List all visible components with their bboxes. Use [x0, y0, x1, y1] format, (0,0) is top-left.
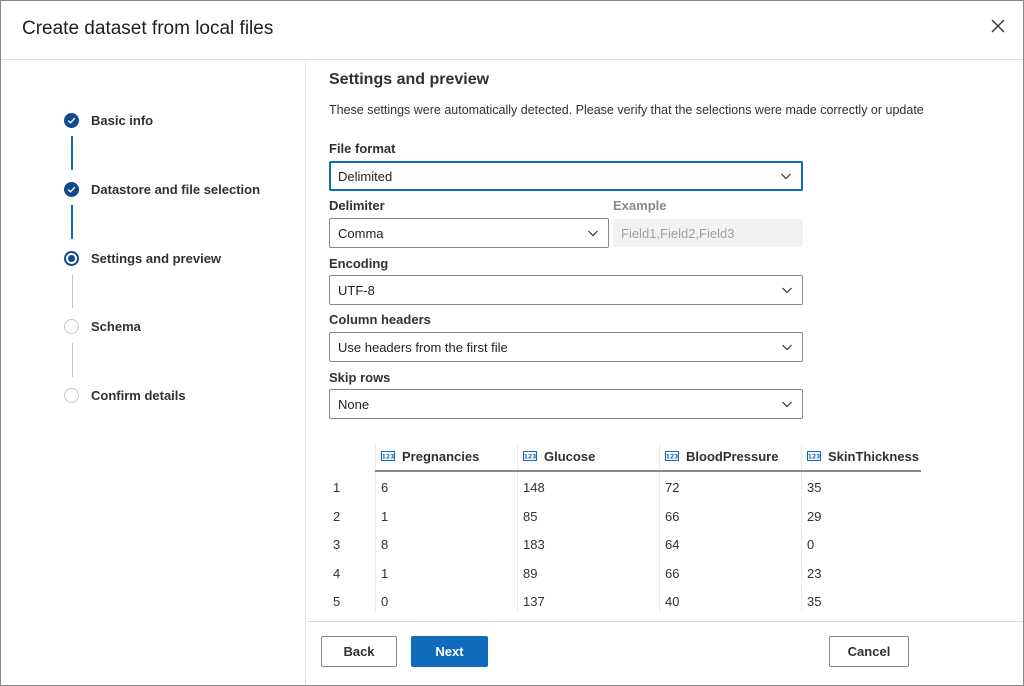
table-cell: 72	[665, 480, 680, 495]
column-headers-label: Column headers	[329, 312, 431, 327]
row-number: 3	[333, 537, 341, 552]
column-header[interactable]: 123 Pregnancies	[376, 441, 517, 471]
column-header-label: Pregnancies	[402, 448, 480, 464]
skip-rows-value: None	[338, 396, 370, 412]
example-preview: Field1,Field2,Field3	[613, 219, 803, 247]
numeric-column-icon: 123	[523, 451, 537, 461]
table-cell: 29	[807, 509, 822, 524]
chevron-down-icon	[780, 170, 792, 182]
settings-panel: Settings and preview These settings were…	[307, 61, 1023, 621]
wizard-stepper: Basic info Datastore and file selection …	[1, 61, 306, 685]
numeric-column-icon: 123	[807, 451, 821, 461]
row-number: 2	[333, 509, 341, 524]
table-cell: 66	[665, 566, 680, 581]
back-button[interactable]: Back	[321, 636, 397, 667]
table-cell: 8	[381, 537, 389, 552]
dialog: Create dataset from local files Basic in…	[0, 0, 1024, 686]
svg-text:123: 123	[666, 454, 679, 461]
delimiter-value: Comma	[338, 225, 384, 241]
step-connector	[71, 274, 73, 308]
row-number: 1	[333, 480, 341, 495]
step-basic-info[interactable]: Basic info	[64, 110, 153, 130]
step-connector	[71, 136, 73, 170]
skip-rows-dropdown[interactable]: None	[329, 389, 803, 419]
checkmark-icon	[64, 112, 79, 128]
table-cell: 148	[523, 480, 545, 495]
svg-text:123: 123	[524, 454, 537, 461]
chevron-down-icon	[781, 284, 793, 296]
table-cell: 6	[381, 480, 389, 495]
numeric-column-icon: 123	[665, 451, 679, 461]
svg-text:123: 123	[808, 454, 821, 461]
encoding-dropdown[interactable]: UTF-8	[329, 275, 803, 305]
settings-description: These settings were automatically detect…	[329, 103, 924, 117]
empty-circle-icon	[64, 318, 79, 334]
encoding-value: UTF-8	[338, 282, 375, 298]
example-label: Example	[613, 198, 667, 213]
step-schema[interactable]: Schema	[64, 316, 141, 336]
empty-circle-icon	[64, 387, 79, 403]
column-header[interactable]: 123 SkinThickness	[802, 441, 921, 471]
chevron-down-icon	[587, 227, 599, 239]
file-format-label: File format	[329, 141, 396, 156]
column-header-label: Glucose	[544, 448, 596, 464]
table-cell: 85	[523, 509, 538, 524]
row-number: 4	[333, 566, 341, 581]
table-cell: 35	[807, 594, 822, 609]
table-cell: 23	[807, 566, 822, 581]
skip-rows-label: Skip rows	[329, 370, 391, 385]
table-cell: 1	[381, 509, 389, 524]
svg-text:123: 123	[382, 454, 395, 461]
step-connector	[71, 205, 73, 239]
dialog-footer: Back Next Cancel	[307, 621, 1023, 685]
current-step-icon	[64, 250, 79, 266]
step-label: Settings and preview	[91, 250, 222, 266]
delimiter-dropdown[interactable]: Comma	[329, 218, 609, 248]
file-format-value: Delimited	[338, 168, 393, 184]
chevron-down-icon	[781, 341, 793, 353]
step-label: Basic info	[91, 112, 154, 128]
step-label: Schema	[91, 318, 141, 334]
table-cell: 89	[523, 566, 538, 581]
table-cell: 0	[381, 594, 389, 609]
step-connector	[71, 343, 73, 377]
column-header[interactable]: 123 Glucose	[518, 441, 659, 471]
step-settings-preview[interactable]: Settings and preview	[64, 248, 221, 268]
encoding-label: Encoding	[329, 256, 389, 271]
step-datastore-selection[interactable]: Datastore and file selection	[64, 179, 260, 199]
column-headers-value: Use headers from the first file	[338, 339, 508, 355]
section-title: Settings and preview	[329, 71, 490, 88]
table-cell: 183	[523, 537, 545, 552]
column-header-label: SkinThickness	[828, 448, 920, 464]
table-cell: 137	[523, 594, 545, 609]
checkmark-icon	[64, 181, 79, 197]
table-cell: 64	[665, 537, 680, 552]
column-header[interactable]: 123 BloodPressure	[660, 441, 801, 471]
step-label: Datastore and file selection	[91, 181, 261, 197]
table-cell: 1	[381, 566, 389, 581]
dialog-header: Create dataset from local files	[1, 1, 1023, 60]
row-number: 5	[333, 594, 341, 609]
column-header-label: BloodPressure	[686, 448, 779, 464]
table-cell: 35	[807, 480, 822, 495]
table-cell: 0	[807, 537, 815, 552]
header-divider	[375, 470, 921, 472]
numeric-column-icon: 123	[381, 451, 395, 461]
table-cell: 40	[665, 594, 680, 609]
example-value: Field1,Field2,Field3	[621, 225, 735, 241]
chevron-down-icon	[781, 398, 793, 410]
next-button[interactable]: Next	[411, 636, 488, 667]
close-icon	[991, 19, 1005, 33]
cancel-button[interactable]: Cancel	[829, 636, 909, 667]
column-headers-dropdown[interactable]: Use headers from the first file	[329, 332, 803, 362]
table-cell: 66	[665, 509, 680, 524]
table-header: 123 Pregnancies 123 Glucose 123 BloodPre…	[329, 441, 921, 472]
file-format-dropdown[interactable]: Delimited	[329, 161, 803, 191]
close-button[interactable]	[987, 15, 1009, 37]
step-label: Confirm details	[91, 387, 186, 403]
delimiter-label: Delimiter	[329, 198, 385, 213]
dialog-title: Create dataset from local files	[22, 18, 274, 39]
step-confirm-details[interactable]: Confirm details	[64, 385, 186, 405]
